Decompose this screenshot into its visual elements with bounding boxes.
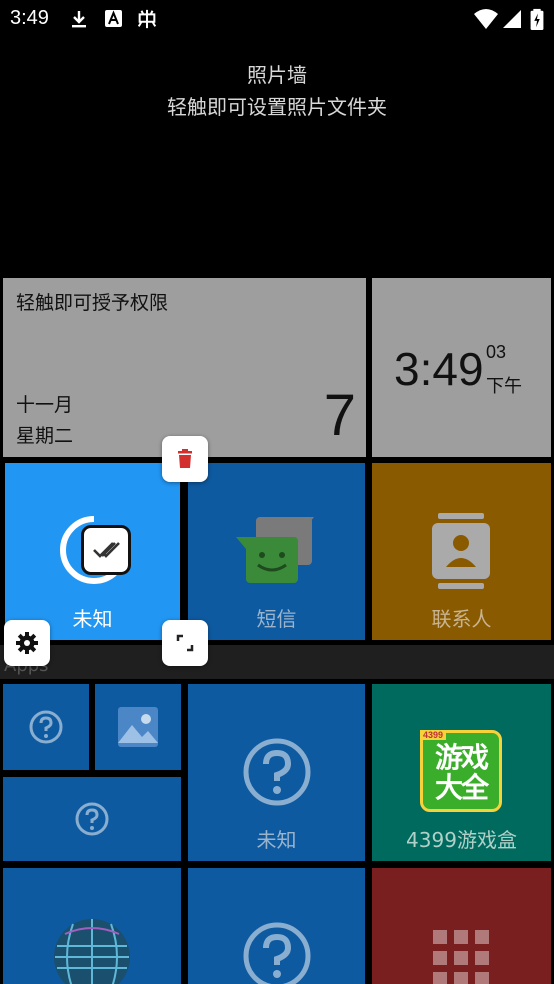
- image-icon: [118, 707, 158, 747]
- sms-icon: [236, 517, 314, 583]
- tile-settings-button[interactable]: [4, 620, 50, 666]
- font-app-icon: [105, 10, 122, 27]
- clock-seconds: 03: [486, 342, 507, 362]
- wifi-icon: [474, 9, 498, 29]
- game-box-label: 4399游戏盒: [406, 828, 517, 852]
- game-box-logo-text: 游戏大全: [434, 741, 489, 804]
- contacts-icon: [432, 513, 490, 589]
- resize-icon: [176, 634, 194, 652]
- status-bar: 3:49: [0, 0, 554, 38]
- photo-wall-subtitle: 轻触即可设置照片文件夹: [167, 95, 387, 119]
- browser-tile[interactable]: [3, 868, 181, 984]
- selected-unknown-tile[interactable]: 未知: [5, 463, 180, 640]
- game-box-tile[interactable]: 4399 游戏大全 4399游戏盒: [372, 684, 551, 861]
- calendar-permission-text: 轻触即可授予权限: [16, 292, 169, 314]
- battery-charging-icon: [530, 8, 544, 30]
- game-box-logo-badge: 4399: [420, 730, 447, 740]
- wide-unknown-tile[interactable]: [3, 777, 181, 861]
- app-drawer-tile[interactable]: [372, 868, 551, 984]
- delete-icon: [178, 449, 192, 468]
- contacts-tile[interactable]: 联系人: [372, 463, 551, 640]
- sms-tile[interactable]: 短信: [188, 463, 365, 640]
- done-all-badge: [81, 525, 131, 575]
- calendar-day: 7: [323, 383, 356, 448]
- unknown-app-tile[interactable]: 未知: [188, 684, 365, 861]
- help-circle-icon: [75, 802, 109, 836]
- photo-wall-header[interactable]: 照片墙 轻触即可设置照片文件夹: [0, 60, 554, 124]
- done-all-icon: [93, 542, 120, 558]
- calendar-weekday: 星期二: [16, 425, 74, 447]
- unknown-app-label: 未知: [256, 828, 297, 852]
- bug-icon: [137, 9, 157, 29]
- gear-icon: [16, 632, 38, 654]
- calendar-tile[interactable]: 轻触即可授予权限 十一月 星期二 7: [3, 278, 366, 457]
- help-circle-icon: [29, 710, 63, 744]
- globe-icon: [54, 919, 130, 984]
- unknown-app-tile-2[interactable]: [188, 868, 365, 984]
- delete-tile-button[interactable]: [162, 436, 208, 482]
- game-box-logo: 4399 游戏大全: [420, 730, 502, 812]
- small-unknown-tile-1[interactable]: [3, 684, 89, 770]
- grid-icon: [433, 930, 489, 984]
- contacts-tile-label: 联系人: [431, 607, 492, 631]
- help-circle-icon: [243, 922, 311, 984]
- download-icon: [72, 11, 86, 28]
- calendar-month: 十一月: [16, 394, 74, 416]
- clock-tile[interactable]: 3:49 03 下午: [372, 278, 551, 457]
- gallery-tile[interactable]: [95, 684, 181, 770]
- clock-ampm: 下午: [486, 376, 522, 397]
- clock-time: 3:49: [394, 343, 484, 395]
- help-circle-icon: [243, 738, 311, 806]
- photo-wall-title: 照片墙: [247, 63, 307, 87]
- apps-section-header: Apps: [0, 645, 554, 679]
- resize-tile-button[interactable]: [162, 620, 208, 666]
- status-time: 3:49: [10, 7, 49, 29]
- sms-tile-label: 短信: [256, 607, 297, 631]
- cellular-signal-icon: [503, 10, 521, 28]
